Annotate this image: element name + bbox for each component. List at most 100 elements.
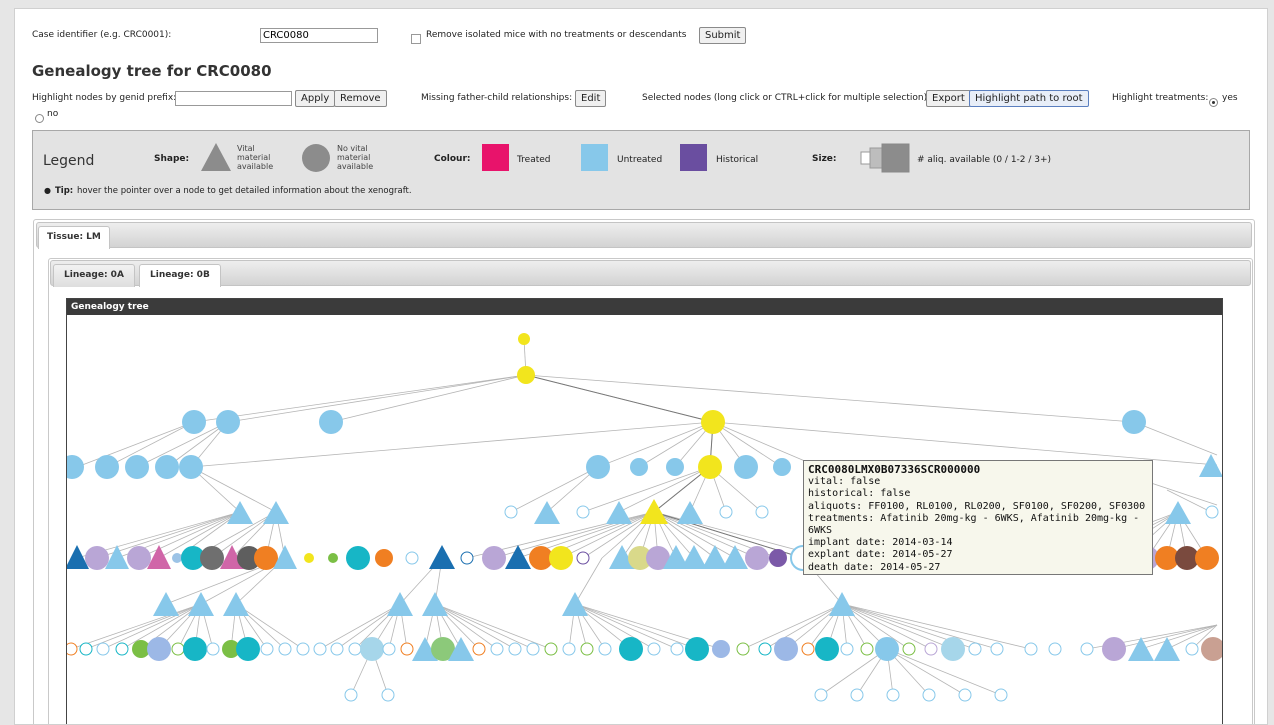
tree-node[interactable]	[1048, 642, 1062, 656]
tree-node[interactable]	[722, 545, 748, 569]
remove-button[interactable]: Remove	[334, 90, 387, 107]
export-button[interactable]: Export	[926, 90, 971, 107]
tree-node[interactable]	[968, 642, 982, 656]
tab-lineage-0a[interactable]: Lineage: 0A	[53, 264, 135, 287]
tree-node[interactable]	[179, 455, 203, 479]
tree-node[interactable]	[387, 592, 413, 616]
tree-node[interactable]	[829, 592, 855, 616]
tree-node[interactable]	[517, 366, 535, 384]
tree-node[interactable]	[719, 505, 733, 519]
tree-node[interactable]	[200, 546, 224, 570]
tree-node[interactable]	[698, 455, 722, 479]
tree-node[interactable]	[586, 455, 610, 479]
edit-button[interactable]: Edit	[575, 90, 607, 107]
tree-node[interactable]	[236, 637, 260, 661]
tree-node[interactable]	[429, 545, 455, 569]
tree-node[interactable]	[1102, 637, 1126, 661]
tree-node[interactable]	[422, 592, 448, 616]
tree-node[interactable]	[328, 553, 338, 563]
tree-node[interactable]	[606, 501, 632, 524]
tree-node[interactable]	[562, 592, 588, 616]
tree-node[interactable]	[182, 410, 206, 434]
tree-node[interactable]	[758, 642, 772, 656]
tree-node[interactable]	[755, 505, 769, 519]
tree-node[interactable]	[850, 688, 864, 702]
tree-node[interactable]	[1080, 642, 1094, 656]
tree-node[interactable]	[1201, 637, 1222, 661]
tree-node[interactable]	[736, 642, 750, 656]
tree-node[interactable]	[127, 546, 151, 570]
tree-node[interactable]	[227, 501, 253, 524]
tree-node[interactable]	[549, 546, 573, 570]
tree-node[interactable]	[958, 688, 972, 702]
tree-node[interactable]	[319, 410, 343, 434]
tree-node[interactable]	[296, 642, 310, 656]
tree-node[interactable]	[712, 640, 730, 658]
tree-node[interactable]	[206, 642, 220, 656]
tree-node[interactable]	[115, 642, 129, 656]
tree-node[interactable]	[576, 551, 590, 565]
tree-node[interactable]	[155, 455, 179, 479]
tree-node[interactable]	[95, 455, 119, 479]
tree-node[interactable]	[360, 637, 384, 661]
tree-node[interactable]	[1205, 505, 1219, 519]
tree-node[interactable]	[348, 642, 362, 656]
tree-node[interactable]	[263, 501, 289, 524]
tree-node[interactable]	[769, 549, 787, 567]
tree-node[interactable]	[1195, 546, 1219, 570]
tree-node[interactable]	[278, 642, 292, 656]
tree-node[interactable]	[815, 637, 839, 661]
case-identifier-input[interactable]	[260, 28, 378, 43]
tree-node[interactable]	[183, 637, 207, 661]
tree-node[interactable]	[580, 642, 594, 656]
tree-node[interactable]	[576, 505, 590, 519]
tree-node[interactable]	[773, 458, 791, 476]
tree-node[interactable]	[405, 551, 419, 565]
tree-node[interactable]	[381, 688, 395, 702]
tree-node[interactable]	[1165, 501, 1191, 524]
tree-node[interactable]	[1185, 642, 1199, 656]
tree-node[interactable]	[734, 455, 758, 479]
treatments-yes-radio[interactable]	[1209, 92, 1218, 111]
tree-node[interactable]	[666, 458, 684, 476]
remove-isolated-checkbox[interactable]	[411, 28, 421, 47]
tree-node[interactable]	[902, 642, 916, 656]
tree-node[interactable]	[670, 642, 684, 656]
tree-node[interactable]	[840, 642, 854, 656]
tree-node[interactable]	[860, 642, 874, 656]
apply-button[interactable]: Apply	[295, 90, 336, 107]
tree-node[interactable]	[304, 553, 314, 563]
tree-node[interactable]	[685, 637, 709, 661]
tree-node[interactable]	[801, 642, 815, 656]
tree-node[interactable]	[172, 553, 182, 563]
tree-node[interactable]	[875, 637, 899, 661]
submit-button[interactable]: Submit	[699, 27, 747, 44]
tree-node[interactable]	[375, 549, 393, 567]
tree-node[interactable]	[216, 410, 240, 434]
tree-node-root[interactable]	[518, 333, 530, 345]
tree-node[interactable]	[562, 642, 576, 656]
highlight-prefix-input[interactable]	[175, 91, 292, 106]
tree-node[interactable]	[990, 642, 1004, 656]
tree-node[interactable]	[994, 688, 1008, 702]
tree-node[interactable]	[96, 642, 110, 656]
tree-node[interactable]	[814, 688, 828, 702]
tree-node[interactable]	[924, 642, 938, 656]
tree-node[interactable]	[922, 688, 936, 702]
tree-node[interactable]	[1199, 454, 1222, 477]
tree-node[interactable]	[1122, 410, 1146, 434]
tree-node[interactable]	[79, 642, 93, 656]
tab-tissue-lm[interactable]: Tissue: LM	[38, 226, 110, 249]
tree-node[interactable]	[886, 688, 900, 702]
tree-node[interactable]	[382, 642, 396, 656]
tree-node[interactable]	[346, 546, 370, 570]
tree-node[interactable]	[147, 637, 171, 661]
tree-node[interactable]	[313, 642, 327, 656]
tree-node[interactable]	[260, 642, 274, 656]
tree-node[interactable]	[504, 505, 518, 519]
tree-node[interactable]	[188, 592, 214, 616]
tree-node[interactable]	[526, 642, 540, 656]
tree-node[interactable]	[490, 642, 504, 656]
tree-node[interactable]	[701, 410, 725, 434]
tree-node[interactable]	[67, 642, 78, 656]
